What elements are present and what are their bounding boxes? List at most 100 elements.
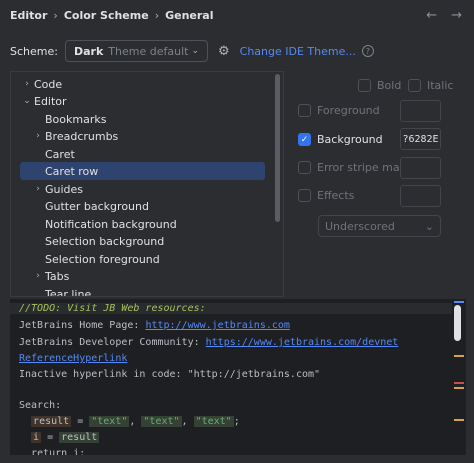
scheme-selected-note: Theme default	[108, 44, 189, 58]
code-text: Inactive hyperlink in code:	[19, 369, 188, 380]
breadcrumb-separator: ›	[154, 9, 160, 22]
tree-item-label: Notification background	[45, 217, 177, 231]
italic-option[interactable]: Italic	[408, 79, 453, 92]
check-icon: ✓	[300, 134, 309, 145]
code-text: Search:	[19, 400, 62, 411]
string-literal: "text"	[193, 416, 234, 427]
tree-item-selection-foreground[interactable]: Selection foreground	[20, 250, 265, 268]
foreground-checkbox[interactable]	[298, 104, 311, 117]
error-stripe-color-swatch[interactable]	[400, 157, 441, 179]
chevron-down-icon[interactable]: ⌄	[20, 96, 34, 106]
error-stripe-label: Error stripe mark	[317, 161, 411, 174]
home-hyperlink[interactable]: http://www.jetbrains.com	[145, 320, 290, 331]
code-line-dev: JetBrains Developer Community: https://w…	[19, 337, 398, 348]
tree-item-label: Tabs	[45, 269, 70, 283]
i-variable: i	[31, 432, 42, 443]
error-stripe-marker[interactable]	[454, 382, 464, 384]
scheme-select[interactable]: Dark Theme default ⌄	[65, 40, 208, 62]
return-keyword: return	[31, 448, 68, 455]
tree-item-selection-background[interactable]: Selection background	[20, 232, 265, 250]
effects-option[interactable]: Effects	[298, 189, 354, 202]
dev-hyperlink[interactable]: https://www.jetbrains.com/devnet	[206, 337, 399, 348]
scheme-row: Scheme: Dark Theme default ⌄ ⚙ Change ID…	[10, 40, 374, 62]
result-variable: result	[31, 416, 72, 427]
tree-item-tabs[interactable]: › Tabs	[20, 267, 265, 285]
effect-type-value: Underscored	[325, 219, 395, 233]
breadcrumb-separator: ›	[53, 9, 58, 22]
foreground-color-swatch[interactable]	[400, 100, 441, 122]
foreground-option[interactable]: Foreground	[298, 104, 380, 117]
code-line-return: return i;	[19, 448, 85, 455]
tree-item-label: Selection background	[45, 234, 165, 248]
background-color-value: ?6282E	[402, 133, 439, 145]
bold-label: Bold	[377, 79, 402, 92]
tree-item-bookmarks[interactable]: Bookmarks	[20, 110, 265, 128]
code-line-result: result = "text", "text", "text";	[19, 416, 240, 427]
breadcrumb-editor[interactable]: Editor	[10, 9, 47, 22]
code-text: ,	[129, 416, 142, 427]
tree-item-tear-line[interactable]: Tear line	[20, 285, 265, 297]
tree-item-breadcrumbs[interactable]: › Breadcrumbs	[20, 127, 265, 145]
bold-option[interactable]: Bold	[358, 79, 401, 92]
error-stripe-marker[interactable]	[454, 301, 464, 303]
tree-item-label: Breadcrumbs	[45, 129, 119, 143]
bold-checkbox[interactable]	[358, 79, 371, 92]
code-line-home: JetBrains Home Page: http://www.jetbrain…	[19, 320, 290, 331]
tree-scrollbar[interactable]	[275, 74, 280, 222]
help-icon[interactable]: ?	[361, 45, 374, 57]
italic-label: Italic	[427, 79, 454, 92]
tree-item-editor[interactable]: ⌄ Editor	[20, 92, 265, 110]
tree-item-label: Selection foreground	[45, 252, 160, 266]
code-text: ,	[181, 416, 194, 427]
chevron-right-icon[interactable]: ›	[20, 79, 34, 89]
tree-item-label: Gutter background	[45, 199, 149, 213]
tree-item-label: Tear line	[45, 287, 92, 297]
scheme-label: Scheme:	[10, 44, 58, 58]
chevron-right-icon[interactable]: ›	[31, 131, 45, 141]
background-option[interactable]: ✓ Background	[298, 133, 383, 146]
effects-checkbox[interactable]	[298, 189, 311, 202]
italic-checkbox[interactable]	[408, 79, 421, 92]
tree-item-label: Editor	[34, 94, 67, 108]
tree-item-caret-row[interactable]: Caret row	[20, 162, 265, 180]
tree-item-caret[interactable]: Caret	[20, 145, 265, 163]
breadcrumb: Editor › Color Scheme › General	[10, 9, 214, 22]
tree-item-label: Caret	[45, 147, 75, 161]
foreground-label: Foreground	[317, 104, 380, 117]
chevron-right-icon[interactable]: ›	[31, 271, 45, 281]
tree-item-guides[interactable]: › Guides	[20, 180, 265, 198]
todo-comment: //TODO: Visit JB Web resources:	[19, 303, 206, 314]
effects-color-swatch[interactable]	[400, 185, 441, 207]
error-stripe-marker[interactable]	[454, 355, 464, 357]
error-stripe-marker[interactable]	[454, 387, 464, 389]
code-text: ;	[233, 416, 240, 427]
string-literal: "text"	[141, 416, 182, 427]
result-variable: result	[59, 432, 100, 443]
tree-item-gutter-background[interactable]: Gutter background	[20, 197, 265, 215]
tree-item-notification-background[interactable]: Notification background	[20, 215, 265, 233]
forward-arrow-icon[interactable]: →	[451, 8, 462, 23]
tree-item-code[interactable]: › Code	[20, 75, 265, 93]
scheme-selected-value: Dark	[74, 44, 104, 58]
effect-type-select[interactable]: Underscored ⌄	[318, 215, 441, 237]
error-stripe-marker[interactable]	[454, 419, 464, 421]
code-line-todo: //TODO: Visit JB Web resources:	[10, 303, 452, 314]
reference-hyperlink[interactable]: ReferenceHyperlink	[19, 353, 127, 364]
chevron-down-icon: ⌄	[191, 46, 199, 56]
breadcrumb-color-scheme[interactable]: Color Scheme	[64, 9, 149, 22]
background-checkbox[interactable]: ✓	[298, 133, 311, 146]
change-ide-theme-link[interactable]: Change IDE Theme...	[240, 45, 356, 58]
code-text: ;	[79, 448, 86, 455]
error-stripe-option[interactable]: Error stripe mark	[298, 161, 411, 174]
tree-item-label: Caret row	[45, 164, 99, 178]
preview-editor[interactable]: //TODO: Visit JB Web resources: JetBrain…	[10, 299, 466, 455]
code-text: =	[41, 432, 60, 443]
chevron-right-icon[interactable]: ›	[31, 184, 45, 194]
tree-item-label: Code	[34, 77, 63, 91]
background-color-swatch[interactable]: ?6282E	[400, 128, 441, 150]
gear-icon[interactable]: ⚙	[218, 44, 230, 59]
back-arrow-icon[interactable]: ←	[426, 8, 437, 23]
code-line-search: Search:	[19, 400, 61, 411]
error-stripe-checkbox[interactable]	[298, 161, 311, 174]
editor-scrollbar[interactable]	[454, 305, 461, 341]
